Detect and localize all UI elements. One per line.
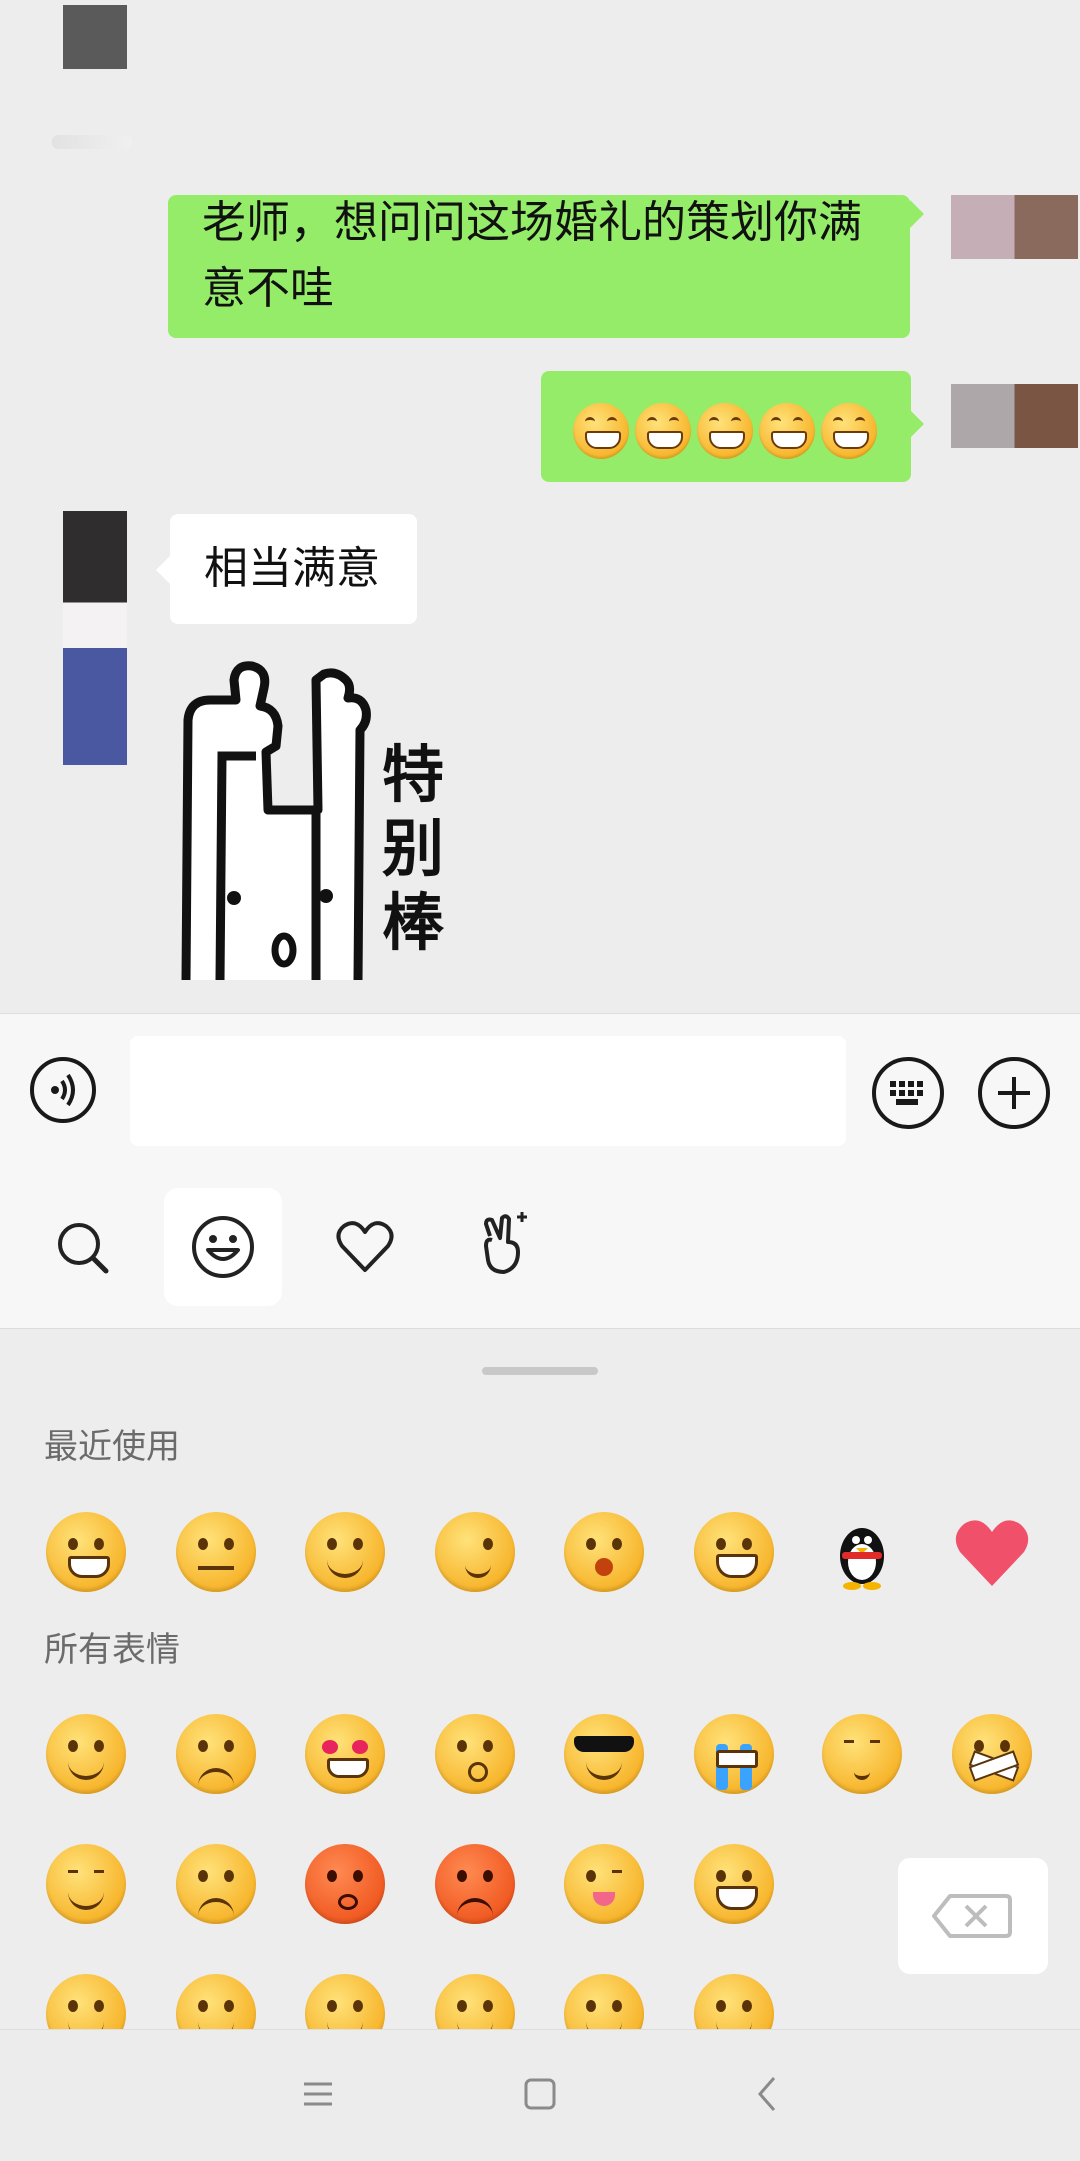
emoji-cool[interactable]: [564, 1714, 644, 1794]
backspace-icon: [932, 1894, 1012, 1938]
emoji-cry-loud[interactable]: [694, 1714, 774, 1794]
emoji-wow[interactable]: [564, 1512, 644, 1592]
avatar[interactable]: [63, 5, 127, 69]
emoji-smile[interactable]: [46, 1714, 126, 1794]
emoji-sweat-red[interactable]: [305, 1844, 385, 1924]
emoji-smirk[interactable]: [305, 1512, 385, 1592]
emoji-blush[interactable]: [564, 1974, 644, 2029]
bubble-tail: [910, 200, 924, 228]
emoji-cover-mouth[interactable]: [435, 1974, 515, 2029]
tab-favorites[interactable]: [306, 1188, 424, 1306]
emoji-mouth-tape[interactable]: [952, 1714, 1032, 1794]
emoji-facepalm[interactable]: [435, 1512, 515, 1592]
section-title-recent: 最近使用: [44, 1427, 180, 1467]
gesture-icon: [484, 1212, 527, 1274]
sticker[interactable]: 特别棒: [176, 660, 496, 981]
keyboard-button[interactable]: [872, 1057, 944, 1129]
avatar-self[interactable]: [951, 195, 1078, 259]
emoji-angry-tears[interactable]: [176, 1844, 256, 1924]
sticker-text: 特别棒: [382, 738, 445, 959]
emoji-heart[interactable]: [950, 1512, 1030, 1592]
chat-area: 老师，想问问这场婚礼的策划你满意不哇 相当满意 特别棒: [0, 0, 1080, 1013]
emoji-innocent[interactable]: [46, 1974, 126, 2029]
emoji-sick[interactable]: [305, 1974, 385, 2029]
emoji-big-grin[interactable]: [694, 1512, 774, 1592]
emoji-worried[interactable]: [176, 1714, 256, 1794]
emoji-grin[interactable]: [46, 1512, 126, 1592]
message-bubble-outgoing[interactable]: 老师，想问问这场婚礼的策划你满意不哇: [168, 195, 910, 338]
voice-button[interactable]: [30, 1057, 96, 1123]
chat-input-bar: [0, 1013, 1080, 1180]
red-heart-icon: [955, 1520, 1029, 1586]
bubble-tail: [910, 410, 924, 438]
emoji-tab-bar: [0, 1179, 1080, 1329]
emoji-tongue-wink[interactable]: [564, 1844, 644, 1924]
avatar-contact[interactable]: [63, 511, 127, 765]
smiley-icon: [192, 1216, 254, 1278]
penguin-icon: [840, 1528, 884, 1590]
emoji-eyes-up[interactable]: [694, 1974, 774, 2029]
emoji-qq-penguin[interactable]: [822, 1512, 902, 1592]
grin-emoji: [821, 403, 877, 459]
message-bubble-incoming[interactable]: 相当满意: [170, 514, 417, 624]
back-icon[interactable]: [746, 2072, 790, 2116]
emoji-angry-red[interactable]: [435, 1844, 515, 1924]
grin-emoji: [573, 403, 629, 459]
system-nav-bar: [0, 2029, 1080, 2161]
grin-emoji: [759, 403, 815, 459]
plus-button[interactable]: [978, 1057, 1050, 1129]
tab-emoji[interactable]: [164, 1188, 282, 1306]
plus-icon: [998, 1077, 1030, 1109]
emoji-laugh-tears[interactable]: [176, 1974, 256, 2029]
drag-handle[interactable]: [482, 1367, 598, 1375]
keyboard-icon: [890, 1081, 923, 1105]
grin-emoji: [635, 403, 691, 459]
heart-icon: [336, 1221, 394, 1272]
home-icon[interactable]: [518, 2072, 562, 2116]
message-text: 老师，想问问这场婚礼的策划你满意不哇: [202, 197, 862, 314]
voice-icon: [51, 1073, 75, 1107]
emoji-heart-eyes[interactable]: [305, 1714, 385, 1794]
emoji-thinking[interactable]: [176, 1512, 256, 1592]
tab-search[interactable]: [24, 1188, 142, 1306]
search-icon: [58, 1223, 109, 1274]
menu-icon[interactable]: [296, 2072, 340, 2116]
emoji-shy[interactable]: [822, 1714, 902, 1794]
section-title-all: 所有表情: [44, 1630, 180, 1670]
message-input[interactable]: [130, 1036, 846, 1146]
tab-gestures[interactable]: [446, 1188, 564, 1306]
message-text: 相当满意: [204, 543, 380, 594]
bubble-tail: [156, 556, 170, 584]
emoji-grinning[interactable]: [694, 1844, 774, 1924]
emoji-message-bubble[interactable]: [541, 371, 911, 482]
emoji-stare[interactable]: [435, 1714, 515, 1794]
grin-emoji: [697, 403, 753, 459]
avatar-self[interactable]: [951, 384, 1078, 448]
blurred-content: [52, 135, 132, 149]
emoji-sleepy[interactable]: [46, 1844, 126, 1924]
delete-button[interactable]: [898, 1858, 1048, 1974]
